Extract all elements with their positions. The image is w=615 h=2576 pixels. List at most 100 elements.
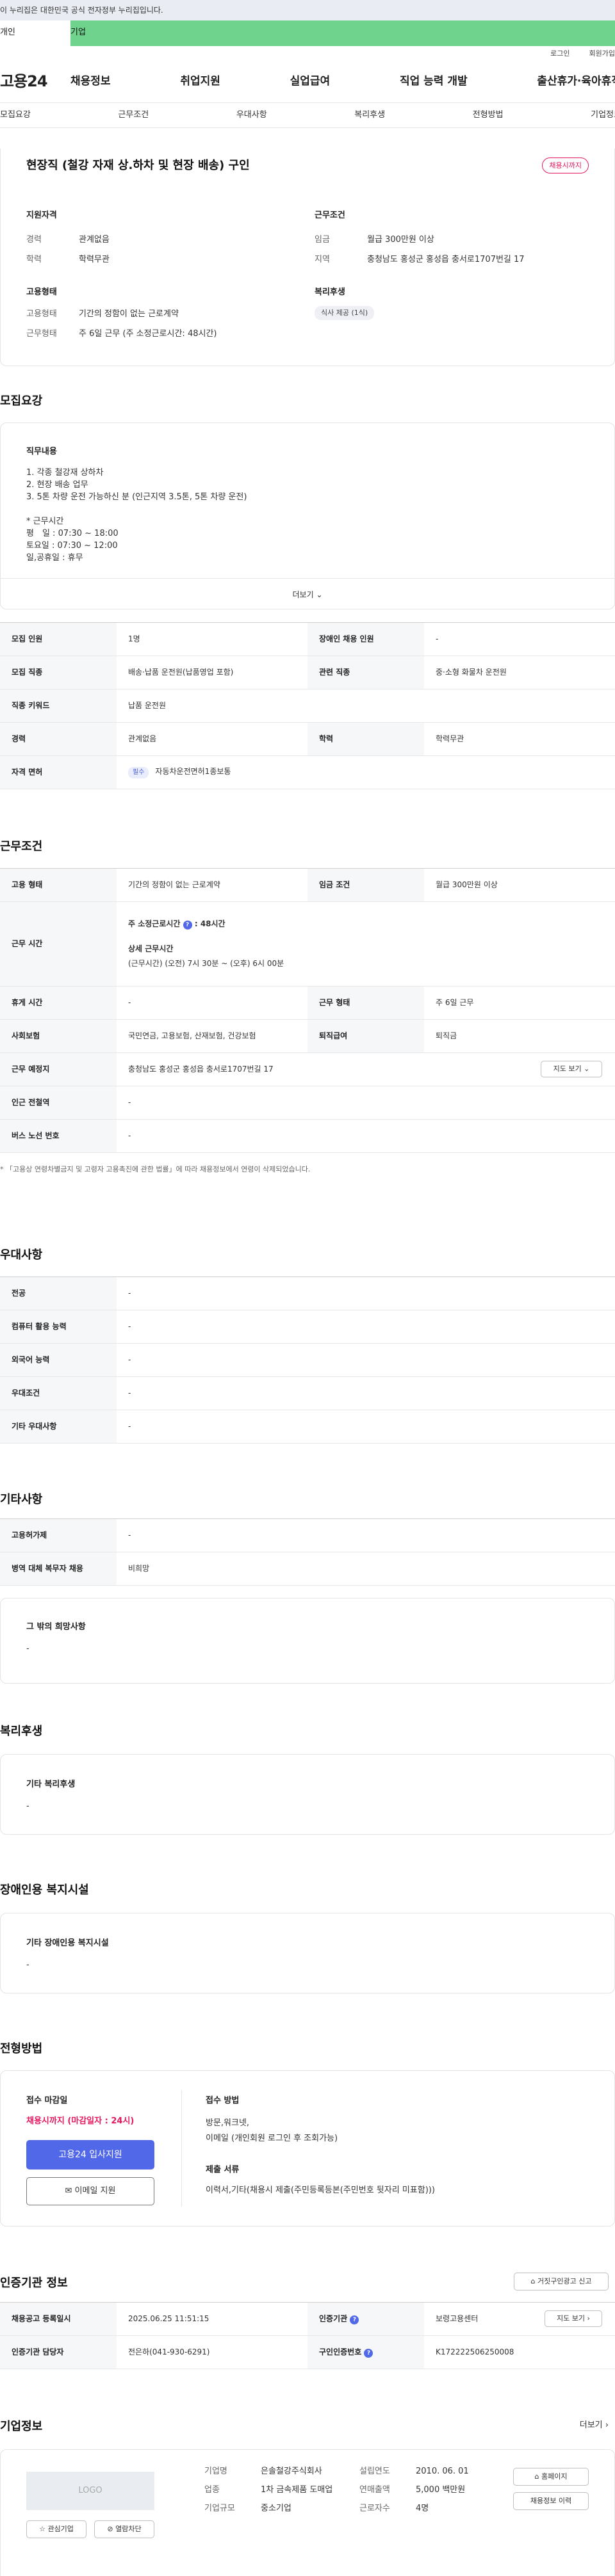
age-note: * 「고용상 연령차별금지 및 고령자 고용촉진에 관한 법률」에 따라 채용정…: [0, 1165, 311, 1173]
site-logo[interactable]: 고용24: [0, 71, 70, 93]
fav-company-button[interactable]: ☆ 관심기업: [26, 2520, 86, 2538]
tab-recruit[interactable]: 모집요강: [0, 109, 31, 121]
th: 기타 우대사항: [0, 1410, 117, 1444]
homepage-button[interactable]: ⌂ 홈페이지: [513, 2468, 589, 2486]
tab-work[interactable]: 근무조건: [118, 109, 149, 121]
more-button[interactable]: 더보기 ⌄: [1, 578, 614, 610]
docs-value: 이력서,기타(채용시 제출(주민등록등본(주민번호 뒷자리 미표함))): [206, 2186, 435, 2195]
table-row: 인증기관 담당자 전은하(041-930-6291) 구인인증번호 ? K172222…: [0, 2335, 615, 2369]
mail-icon: ✉: [65, 2186, 72, 2196]
job-title: 현장직 (철강 자재 상.하차 및 현장 배송) 구인: [26, 159, 250, 172]
tab-welfare[interactable]: 복리후생: [354, 109, 385, 121]
block-company-button[interactable]: ⊘ 열람차단: [94, 2520, 154, 2538]
gnb-item-leave[interactable]: 출산휴가·육아휴직: [537, 74, 615, 90]
welfare-group: 복리후생 식사 제공 (1식): [315, 287, 596, 320]
welfare-section-title: 복리후생: [0, 1725, 43, 1738]
th: 우대조건: [0, 1376, 117, 1410]
table-row: 버스 노선 번호 -: [0, 1119, 615, 1153]
gnb-item-jobs[interactable]: 채용정보: [70, 74, 111, 90]
tab-pref[interactable]: 우대사항: [236, 109, 267, 121]
table-row: 채용공고 등록일시 2025.06.25 11:51:15 인증기관 ? 보령고용센터…: [0, 2302, 615, 2336]
td: -: [117, 1310, 615, 1344]
email-apply-button[interactable]: ✉ 이메일 지원: [26, 2177, 154, 2205]
jobs-history-button[interactable]: 채용정보 이력: [513, 2492, 589, 2510]
th: 컴퓨터 활용 능력: [0, 1310, 117, 1344]
homepage-label: 홈페이지: [541, 2472, 568, 2481]
th: 학력: [308, 722, 424, 756]
apply-button-label: 고용24 입사지원: [58, 2150, 122, 2160]
table-row: 우대조건 -: [0, 1376, 615, 1410]
work-table-wrap: 고용 형태 기간의 정함이 없는 근로계약 임금 조건 월급 300만원 이상 근무 …: [0, 868, 615, 1174]
td: -: [424, 622, 615, 656]
table-row: 자격 면허 필수 자동차운전면허1종보통: [0, 755, 615, 789]
company-more-link[interactable]: 더보기 ›: [580, 2420, 609, 2431]
emp-group: 고용형태 고용형태 기간의 정함이 없는 근로계약 근무형태 주 6일 근무 (주 …: [26, 287, 295, 349]
hope-card: 그 밖의 희망사항 -: [0, 1598, 615, 1684]
map-button[interactable]: 지도 보기 ⌄: [541, 1061, 602, 1077]
td: -: [117, 986, 308, 1020]
welfare-card: 기타 복리후생 -: [0, 1754, 615, 1835]
req-value: 관계없음: [79, 235, 110, 245]
duty-text: 1. 각종 철강재 상하차 2. 현장 배송 업무 3. 5톤 차량 운전 가능…: [26, 467, 247, 564]
hours-detail-value: (근무시간) (오전) 7시 30분 ~ (오후) 6시 00분: [128, 959, 284, 968]
tab-process[interactable]: 전형방법: [473, 109, 504, 121]
gnb-item-training[interactable]: 직업 능력 개발: [400, 74, 468, 90]
tab-personal[interactable]: 개인: [0, 20, 70, 46]
table-row: 모집 직종 배송·납품 운전원(납품영업 포함) 관련 직종 중·소형 화물차 운전원: [0, 656, 615, 689]
th: 채용공고 등록일시: [0, 2302, 117, 2336]
gnb-item-benefit[interactable]: 실업급여: [290, 74, 331, 90]
duty-title: 직무내용: [26, 447, 57, 456]
td: -: [117, 1086, 615, 1120]
duty-line: 일,공휴일 : 휴무: [26, 553, 83, 563]
cert-org-label: 인증기관: [319, 2314, 348, 2323]
th: 인증기관 ?: [308, 2302, 424, 2336]
disab-title: 장애인용 복지시설: [0, 1883, 89, 1897]
report-button[interactable]: ⌂ 거짓구인광고 신고: [514, 2273, 609, 2290]
loc-value: 충청남도 홍성군 홍성읍 충서로1707번길 17: [128, 1065, 274, 1074]
cond-row: 임금 월급 300만원 이상: [315, 234, 596, 246]
company-label: 기업규모: [204, 2504, 235, 2513]
tab-company[interactable]: 기업정보: [591, 109, 615, 121]
td: -: [117, 1376, 615, 1410]
work-table: 고용 형태 기간의 정함이 없는 근로계약 임금 조건 월급 300만원 이상 근무 …: [0, 868, 615, 1153]
company-label: 근로자수: [359, 2504, 390, 2513]
company-title: 기업정보: [0, 2420, 43, 2433]
home-icon: ⌂: [534, 2472, 539, 2481]
login-link[interactable]: 로그인: [550, 49, 570, 58]
company-value: 은솔철강주식회사: [261, 2467, 322, 2476]
info-icon[interactable]: ?: [364, 2349, 373, 2358]
jobs-history-label: 채용정보 이력: [530, 2497, 572, 2505]
etc-title: 기타사항: [0, 1493, 43, 1506]
pref-title: 우대사항: [0, 1248, 43, 1262]
info-icon[interactable]: ?: [183, 921, 192, 930]
th: 퇴직급여: [308, 1019, 424, 1053]
gov-notice-text: 이 누리집은 대한민국 공식 전자정부 누리집입니다.: [0, 6, 163, 15]
td: 보령고용센터 지도 보기 ›: [424, 2302, 615, 2336]
cert-map-button[interactable]: 지도 보기 ›: [545, 2310, 602, 2327]
report-button-label: 거짓구인광고 신고: [537, 2277, 592, 2285]
company-label: 기업명: [204, 2467, 227, 2476]
th: 병역 대체 복무자 채용: [0, 1552, 117, 1586]
table-row: 전공 -: [0, 1276, 615, 1310]
global-nav: 고용24 채용정보 취업지원 실업급여 직업 능력 개발 출산휴가·육아휴직: [0, 61, 615, 102]
method-line: 방문,워크넷,: [206, 2118, 250, 2128]
req-title: 지원자격: [26, 211, 57, 220]
req-group: 지원자격 경력 관계없음 학력 학력무관: [26, 210, 295, 275]
info-icon[interactable]: ?: [350, 2315, 359, 2324]
req-value: 학력무관: [79, 255, 110, 265]
fav-label: 관심기업: [47, 2525, 74, 2533]
emp-value: 기간의 정함이 없는 근로계약: [79, 309, 179, 319]
emp-row: 근무형태 주 6일 근무 (주 소정근로시간: 48시간): [26, 328, 295, 340]
apply-button[interactable]: 고용24 입사지원: [26, 2140, 154, 2169]
cond-row: 지역 충청남도 홍성군 홍성읍 충서로1707번길 17: [315, 254, 596, 266]
td: 월급 300만원 이상: [424, 868, 615, 902]
table-row: 휴게 시간 - 근무 형태 주 6일 근무: [0, 986, 615, 1020]
th: 사회보험: [0, 1019, 117, 1053]
signup-link[interactable]: 회원가입: [589, 49, 615, 58]
emp-title: 고용형태: [26, 287, 57, 297]
gnb-item-support[interactable]: 취업지원: [180, 74, 220, 90]
tab-company[interactable]: 기업: [70, 20, 615, 46]
cond-label: 임금: [315, 235, 330, 245]
hours-week-label: 주 소정근로시간: [128, 919, 181, 929]
td: 배송·납품 운전원(납품영업 포함): [117, 656, 308, 689]
